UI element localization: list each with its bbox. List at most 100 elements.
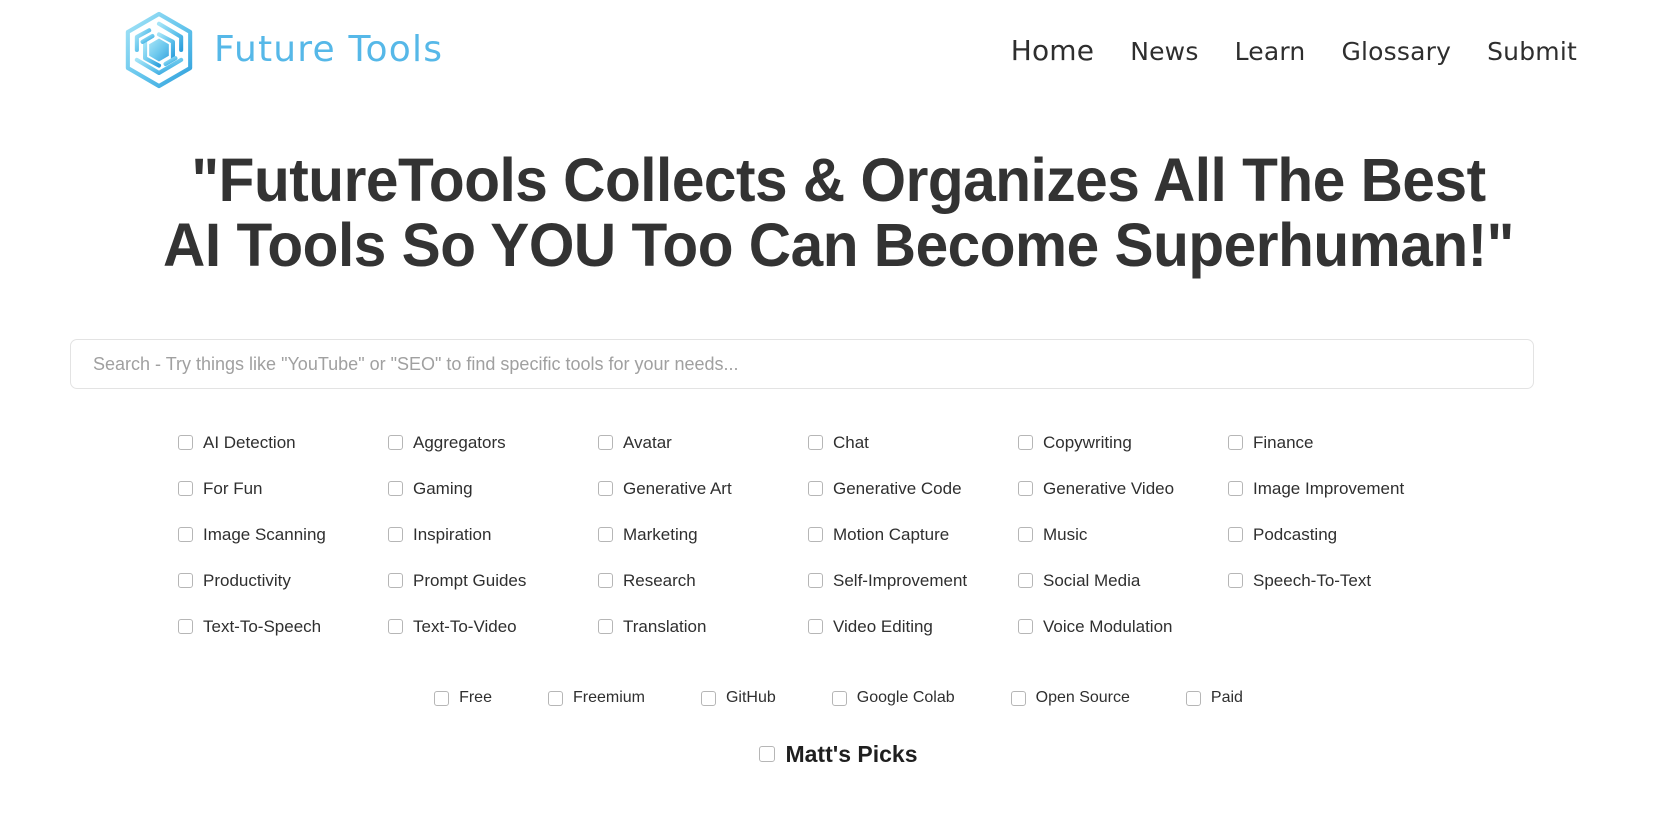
checkbox-icon[interactable] — [388, 618, 403, 634]
filter-prompt-guides[interactable]: Prompt Guides — [388, 568, 598, 592]
nav-item-home[interactable]: Home — [993, 34, 1113, 67]
nav-item-glossary[interactable]: Glossary — [1323, 37, 1469, 66]
filter-self-improvement[interactable]: Self-Improvement — [808, 568, 1018, 592]
checkbox-icon[interactable] — [808, 434, 823, 450]
filter-paid[interactable]: Paid — [1185, 686, 1243, 710]
nav-item-submit[interactable]: Submit — [1469, 37, 1595, 66]
filter-label: Podcasting — [1253, 524, 1338, 544]
filter-generative-video[interactable]: Generative Video — [1018, 476, 1228, 500]
filter-finance[interactable]: Finance — [1228, 430, 1438, 454]
checkbox-icon[interactable] — [831, 690, 847, 706]
filter-motion-capture[interactable]: Motion Capture — [808, 522, 1018, 546]
filter-marketing[interactable]: Marketing — [598, 522, 808, 546]
checkbox-icon[interactable] — [759, 746, 776, 762]
filter-label: GitHub — [725, 689, 776, 706]
filter-google-colab[interactable]: Google Colab — [831, 686, 955, 710]
checkbox-icon[interactable] — [1018, 572, 1033, 588]
filter-image-improvement[interactable]: Image Improvement — [1228, 476, 1438, 500]
filter-github[interactable]: GitHub — [700, 686, 776, 710]
filter-image-scanning[interactable]: Image Scanning — [178, 522, 388, 546]
nav-item-learn[interactable]: Learn — [1217, 37, 1324, 66]
search-input[interactable] — [70, 339, 1534, 389]
filter-label: Prompt Guides — [413, 570, 527, 590]
filter-music[interactable]: Music — [1018, 522, 1228, 546]
checkbox-icon[interactable] — [1228, 526, 1243, 542]
filter-gaming[interactable]: Gaming — [388, 476, 598, 500]
filter-translation[interactable]: Translation — [598, 614, 808, 638]
filter-text-to-speech[interactable]: Text-To-Speech — [178, 614, 388, 638]
filter-label: Speech-To-Text — [1253, 570, 1372, 590]
filter-label: Generative Video — [1043, 478, 1175, 498]
checkbox-icon[interactable] — [598, 618, 613, 634]
filter-copywriting[interactable]: Copywriting — [1018, 430, 1228, 454]
checkbox-icon[interactable] — [1018, 618, 1033, 634]
checkbox-icon[interactable] — [1018, 434, 1033, 450]
filter-freemium[interactable]: Freemium — [547, 686, 645, 710]
filter-ai-detection[interactable]: AI Detection — [178, 430, 388, 454]
checkbox-icon[interactable] — [178, 434, 193, 450]
checkbox-icon[interactable] — [1018, 526, 1033, 542]
checkbox-icon[interactable] — [388, 480, 403, 496]
filter-voice-modulation[interactable]: Voice Modulation — [1018, 614, 1228, 638]
filter-label: For Fun — [203, 478, 263, 498]
filter-label: Gaming — [413, 478, 473, 498]
checkbox-icon[interactable] — [808, 572, 823, 588]
filter-generative-code[interactable]: Generative Code — [808, 476, 1018, 500]
filter-social-media[interactable]: Social Media — [1018, 568, 1228, 592]
filter-label: Text-To-Speech — [203, 616, 322, 636]
filter-label: Chat — [833, 432, 869, 452]
filter-label: Avatar — [623, 432, 672, 452]
filter-label: Aggregators — [413, 432, 506, 452]
checkbox-icon[interactable] — [1228, 434, 1243, 450]
filter-label: Generative Code — [833, 478, 962, 498]
checkbox-icon[interactable] — [598, 480, 613, 496]
filter-label: Video Editing — [833, 616, 933, 636]
nav-item-news[interactable]: News — [1112, 37, 1216, 66]
checkbox-icon[interactable] — [598, 526, 613, 542]
filter-podcasting[interactable]: Podcasting — [1228, 522, 1438, 546]
checkbox-icon[interactable] — [388, 572, 403, 588]
checkbox-icon[interactable] — [178, 618, 193, 634]
filters-section: AI Detection Aggregators Avatar Chat Cop… — [0, 430, 1677, 638]
checkbox-icon[interactable] — [808, 526, 823, 542]
filter-label: Productivity — [203, 570, 291, 590]
filter-label: Self-Improvement — [833, 570, 968, 590]
checkbox-icon[interactable] — [547, 690, 563, 706]
checkbox-icon[interactable] — [1018, 480, 1033, 496]
filter-chat[interactable]: Chat — [808, 430, 1018, 454]
checkbox-icon[interactable] — [178, 526, 193, 542]
filter-open-source[interactable]: Open Source — [1010, 686, 1130, 710]
filter-matts-picks[interactable]: Matt's Picks — [759, 742, 918, 766]
filter-free[interactable]: Free — [434, 686, 492, 710]
filter-inspiration[interactable]: Inspiration — [388, 522, 598, 546]
checkbox-icon[interactable] — [434, 690, 450, 706]
filter-speech-to-text[interactable]: Speech-To-Text — [1228, 568, 1438, 592]
filter-label: Generative Art — [623, 478, 732, 498]
filter-generative-art[interactable]: Generative Art — [598, 476, 808, 500]
checkbox-icon[interactable] — [388, 526, 403, 542]
checkbox-icon[interactable] — [178, 572, 193, 588]
pricing-filter-row: Free Freemium GitHub Google Colab Open S… — [0, 686, 1677, 710]
checkbox-icon[interactable] — [1228, 572, 1243, 588]
filter-text-to-video[interactable]: Text-To-Video — [388, 614, 598, 638]
filter-label: Freemium — [572, 689, 645, 706]
filter-for-fun[interactable]: For Fun — [178, 476, 388, 500]
checkbox-icon[interactable] — [178, 480, 193, 496]
checkbox-icon[interactable] — [1228, 480, 1243, 496]
filter-label: Paid — [1210, 689, 1243, 706]
checkbox-icon[interactable] — [598, 434, 613, 450]
checkbox-icon[interactable] — [1010, 690, 1026, 706]
checkbox-icon[interactable] — [700, 690, 716, 706]
filter-productivity[interactable]: Productivity — [178, 568, 388, 592]
checkbox-icon[interactable] — [388, 434, 403, 450]
checkbox-icon[interactable] — [808, 480, 823, 496]
filter-video-editing[interactable]: Video Editing — [808, 614, 1018, 638]
filter-aggregators[interactable]: Aggregators — [388, 430, 598, 454]
checkbox-icon[interactable] — [808, 618, 823, 634]
brand-logo-link[interactable]: Future Tools — [118, 9, 443, 91]
filter-research[interactable]: Research — [598, 568, 808, 592]
filter-avatar[interactable]: Avatar — [598, 430, 808, 454]
main-navigation: Home News Learn Glossary Submit — [993, 34, 1595, 67]
checkbox-icon[interactable] — [1185, 690, 1201, 706]
checkbox-icon[interactable] — [598, 572, 613, 588]
